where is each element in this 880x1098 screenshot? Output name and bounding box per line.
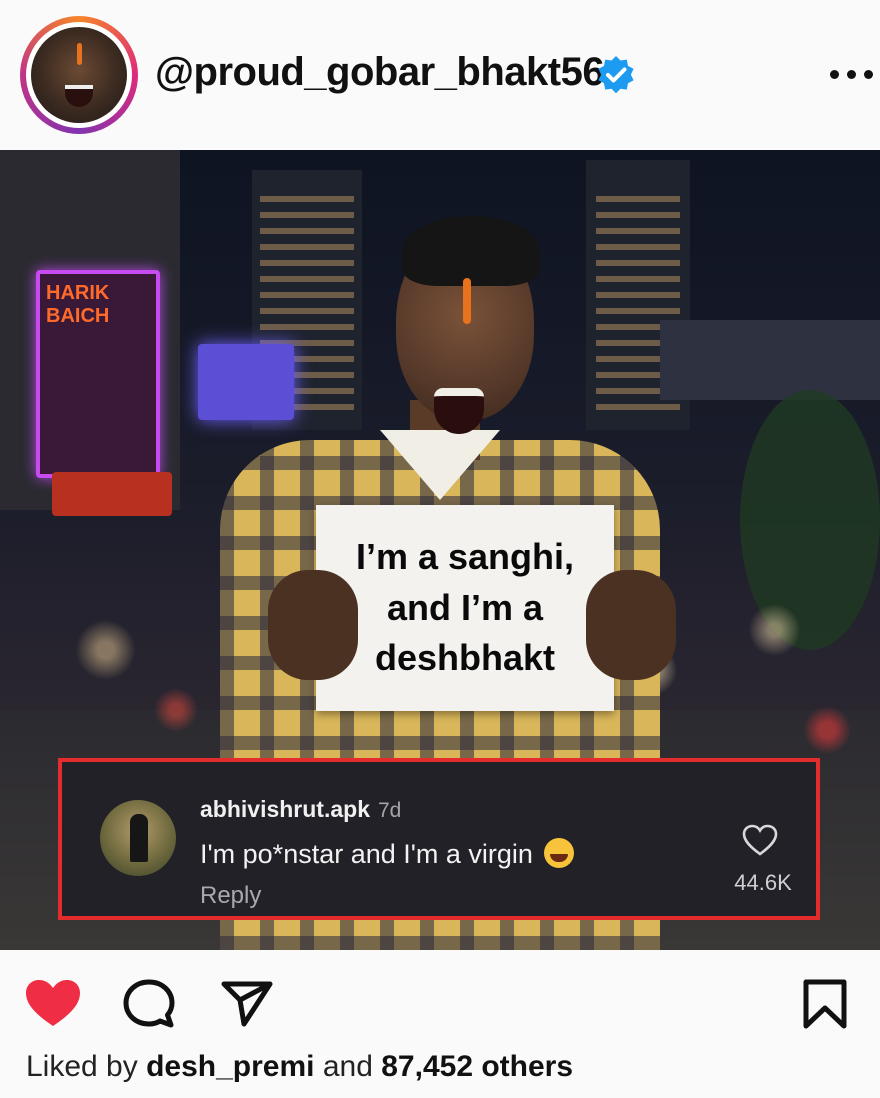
heart-icon[interactable] bbox=[24, 978, 82, 1028]
placard-sign: I’m a sanghi, and I’m a deshbhakt bbox=[316, 505, 614, 711]
avatar-image bbox=[31, 27, 127, 123]
neon-signboard: HARIK BAICH bbox=[36, 270, 160, 478]
comment-text: I'm po*nstar and I'm a virgin bbox=[200, 838, 575, 870]
bookmark-icon[interactable] bbox=[802, 978, 848, 1030]
liked-by-user[interactable]: desh_premi bbox=[146, 1050, 314, 1083]
placard-text: I’m a sanghi, and I’m a deshbhakt bbox=[355, 536, 575, 679]
post-image[interactable]: HARIK BAICH I’m a sanghi, and I’m a desh… bbox=[0, 150, 880, 950]
hand bbox=[586, 570, 676, 680]
shop-sign bbox=[52, 472, 172, 516]
hand bbox=[268, 570, 358, 680]
verified-badge-icon bbox=[598, 56, 634, 94]
comment-like-count: 44.6K bbox=[734, 870, 792, 895]
highlighted-comment: abhivishrut.apk 7d I'm po*nstar and I'm a… bbox=[58, 758, 820, 920]
more-options-icon[interactable] bbox=[830, 70, 874, 82]
profile-avatar[interactable] bbox=[20, 16, 138, 134]
building bbox=[660, 320, 880, 400]
commenter-username[interactable]: abhivishrut.apk 7d bbox=[200, 796, 401, 823]
comment-like-heart-icon[interactable] bbox=[742, 824, 778, 856]
tilak-mark bbox=[463, 278, 471, 324]
post-username[interactable]: @proud_gobar_bhakt56 bbox=[155, 50, 605, 95]
laughing-emoji-icon bbox=[544, 838, 575, 868]
post-header: @proud_gobar_bhakt56 bbox=[0, 0, 880, 150]
reply-button[interactable]: Reply bbox=[200, 882, 261, 910]
commenter-avatar[interactable] bbox=[100, 800, 176, 876]
lit-signboard bbox=[198, 344, 294, 420]
likes-count[interactable]: 87,452 others bbox=[381, 1050, 573, 1083]
liked-by-line: Liked by desh_premi and 87,452 others bbox=[26, 1050, 574, 1083]
comment-time: 7d bbox=[377, 799, 402, 822]
comment-icon[interactable] bbox=[122, 978, 176, 1030]
send-icon[interactable] bbox=[220, 978, 274, 1028]
